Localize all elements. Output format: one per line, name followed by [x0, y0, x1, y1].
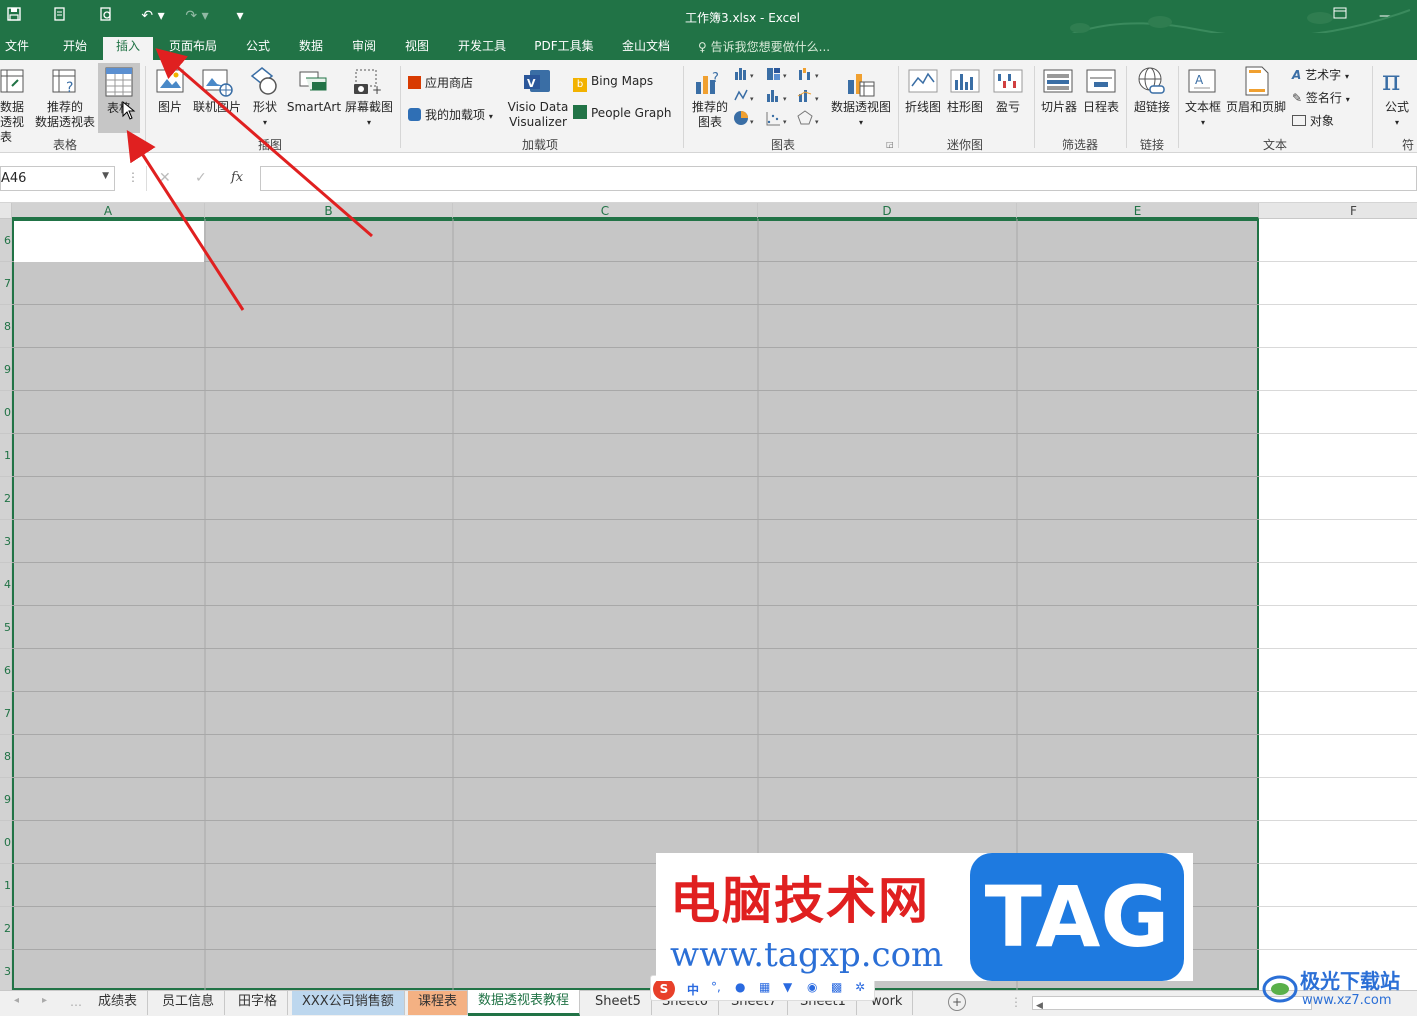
arrow-to-insert-tab — [155, 48, 373, 238]
arrow-to-table-button — [126, 129, 245, 311]
annotation-arrows — [126, 48, 373, 311]
